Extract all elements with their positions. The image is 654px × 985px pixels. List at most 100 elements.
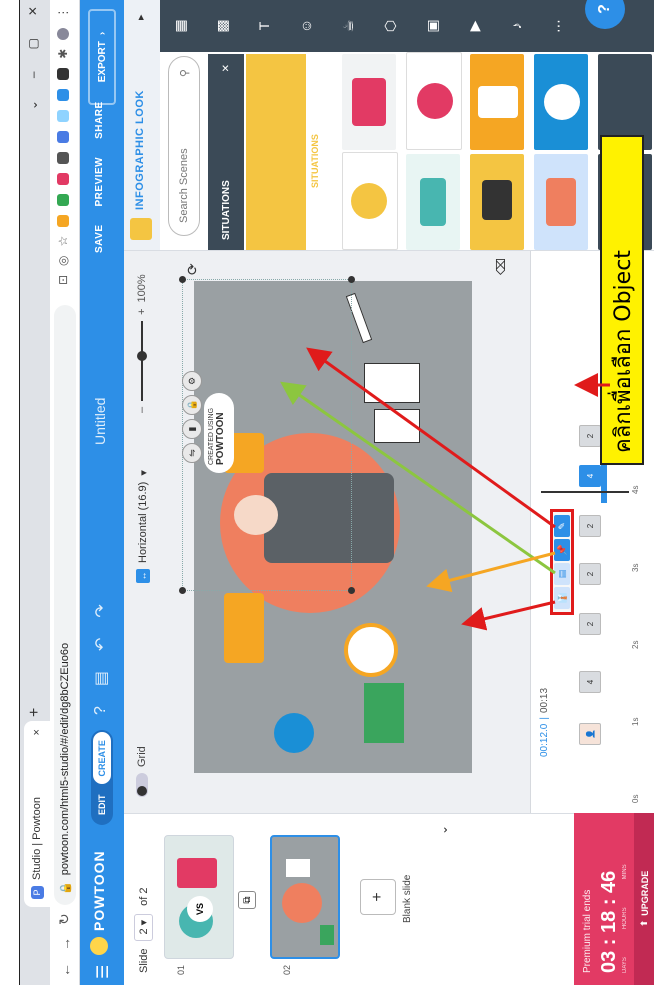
extension-icon[interactable] <box>57 193 69 206</box>
close-chip-icon[interactable]: ✕ <box>221 64 232 72</box>
timeline-thumb[interactable]: 👤 <box>579 723 601 745</box>
text-icon[interactable]: T <box>254 16 274 36</box>
scene-thumbnail[interactable] <box>534 54 588 150</box>
location-icon[interactable]: ◎ <box>56 255 70 265</box>
grid-toggle[interactable]: Grid <box>136 746 148 797</box>
resize-handle[interactable] <box>348 276 355 283</box>
images-icon[interactable]: ▣ <box>422 16 442 36</box>
orientation-selector[interactable]: ↔ Horizontal (16.9) ▾ <box>136 470 150 583</box>
eraser-icon[interactable]: ⌫ <box>494 258 508 275</box>
timeline-segment-active[interactable]: 4 <box>579 465 601 487</box>
object-layer-shirt[interactable]: 👔 <box>554 587 570 609</box>
scene-thumbnail[interactable] <box>406 154 460 250</box>
timeline-segment[interactable]: 2 <box>579 425 601 447</box>
document-object[interactable] <box>364 363 420 403</box>
chevron-down-icon[interactable]: ⌄ <box>26 100 40 110</box>
scene-thumbnail[interactable] <box>342 152 398 250</box>
sound-icon[interactable]: ♪ <box>506 16 526 36</box>
document-object[interactable] <box>374 409 420 443</box>
folder-object[interactable] <box>224 593 264 663</box>
characters-icon[interactable]: ☺ <box>296 16 316 36</box>
close-tab-icon[interactable]: × <box>31 729 43 735</box>
mode-create[interactable]: CREATE <box>93 732 111 785</box>
slide-thumbnail-1[interactable]: VS <box>164 835 234 959</box>
project-title[interactable]: Untitled <box>92 398 108 445</box>
timeline-segment[interactable]: 4 <box>579 671 601 693</box>
resize-handle[interactable] <box>348 587 355 594</box>
url-field[interactable]: 🔒 powtoon.com/html5-studio/#/edit/dg8bCZ… <box>54 305 76 905</box>
hamburger-menu-icon[interactable]: ☰ <box>93 965 113 979</box>
timeline-segment[interactable]: 2 <box>579 613 601 635</box>
alarm-clock-object[interactable] <box>344 623 398 677</box>
notes-icon[interactable]: ▤ <box>91 671 111 686</box>
share-button[interactable]: SHARE <box>94 101 105 139</box>
extension-icon[interactable] <box>57 88 69 101</box>
object-layer-pencil[interactable]: ✎ <box>554 515 570 537</box>
menu-dots-icon[interactable]: ⋮ <box>56 7 70 19</box>
more-icon[interactable]: ⋯ <box>548 16 568 36</box>
maximize-icon[interactable]: ▢ <box>26 38 40 49</box>
settings-gear-icon[interactable]: ⚙ <box>182 371 202 391</box>
duplicate-slide-icon[interactable]: ⧉ <box>238 891 256 909</box>
scene-thumbnail[interactable] <box>470 154 524 250</box>
scene-thumbnail[interactable] <box>534 154 588 250</box>
mode-edit[interactable]: EDIT <box>93 786 111 823</box>
redo-icon[interactable]: ↷ <box>91 604 111 617</box>
zoom-in-icon[interactable]: + <box>136 308 148 314</box>
back-icon[interactable]: ← <box>57 963 73 977</box>
grid-switch[interactable] <box>136 773 148 797</box>
slide-thumbnail-2[interactable] <box>270 835 340 959</box>
scene-thumbnail[interactable] <box>342 54 396 150</box>
flip-icon[interactable]: ⇋ <box>182 443 202 463</box>
selection-box[interactable] <box>179 276 355 594</box>
preview-button[interactable]: PREVIEW <box>94 157 105 207</box>
close-window-icon[interactable]: ✕ <box>26 6 40 16</box>
scroll-down-icon[interactable]: ⌄ <box>436 825 450 835</box>
timeline-segment[interactable]: 2 <box>579 515 601 537</box>
screenshot-icon[interactable]: ⊡ <box>56 275 70 285</box>
bookmark-star-icon[interactable]: ☆ <box>56 236 70 247</box>
extension-icon[interactable] <box>57 109 69 122</box>
export-button[interactable]: EXPORT › <box>88 9 116 105</box>
help-icon[interactable]: ? <box>92 706 110 715</box>
chart-icon[interactable]: ▮ <box>182 419 202 439</box>
scene-thumbnail[interactable] <box>470 54 524 150</box>
slide-number-dropdown[interactable]: 2 ▾ <box>134 913 153 941</box>
category-chip[interactable]: SITUATIONS ✕ <box>208 54 244 250</box>
upgrade-button[interactable]: ⬆ UPGRADE <box>634 813 654 985</box>
object-layer-document[interactable]: ▤ <box>554 563 570 585</box>
resize-handle[interactable] <box>179 587 186 594</box>
lock-object-icon[interactable]: 🔒 <box>182 395 202 415</box>
scenes-icon[interactable]: ▦ <box>170 16 190 36</box>
look-selector[interactable]: INFOGRAPHIC LOOK ▸ <box>124 0 160 250</box>
zoom-out-icon[interactable]: – <box>136 407 148 413</box>
video-icon[interactable]: ▶ <box>464 16 484 36</box>
extension-icon[interactable] <box>57 151 69 164</box>
browser-tab[interactable]: P Studio | Powtoon × <box>24 721 50 907</box>
add-blank-slide-button[interactable]: + <box>360 879 396 915</box>
extension-icon[interactable] <box>57 172 69 185</box>
undo-icon[interactable]: ↶ <box>91 638 111 651</box>
extension-icon[interactable] <box>57 67 69 80</box>
minimize-icon[interactable]: – <box>26 71 40 78</box>
rotate-icon[interactable]: ⟳ <box>184 263 201 275</box>
category-feature-image[interactable] <box>246 54 306 250</box>
globe-object[interactable] <box>274 713 314 753</box>
shapes-icon[interactable]: ⬡ <box>380 16 400 36</box>
scene-thumbnail[interactable] <box>406 52 462 150</box>
profile-avatar[interactable] <box>57 27 69 40</box>
forward-icon[interactable]: → <box>57 937 73 951</box>
save-button[interactable]: SAVE <box>94 225 105 254</box>
zoom-slider[interactable] <box>141 320 143 401</box>
object-layer-pin[interactable]: 📌 <box>554 539 570 561</box>
extension-icon[interactable] <box>57 130 69 143</box>
envelope-object[interactable] <box>364 683 404 743</box>
timeline-track[interactable]: 👤 4 2 2 2 4 2 <box>579 251 601 813</box>
resize-handle[interactable] <box>179 276 186 283</box>
puzzle-icon[interactable]: ✱ <box>56 49 70 59</box>
search-scenes-input[interactable]: Search Scenes ⚲ <box>168 56 200 236</box>
backgrounds-icon[interactable]: ▩ <box>212 16 232 36</box>
playhead[interactable] <box>541 491 629 493</box>
timeline-segment[interactable]: 2 <box>579 563 601 585</box>
new-tab-icon[interactable]: + <box>26 708 44 717</box>
